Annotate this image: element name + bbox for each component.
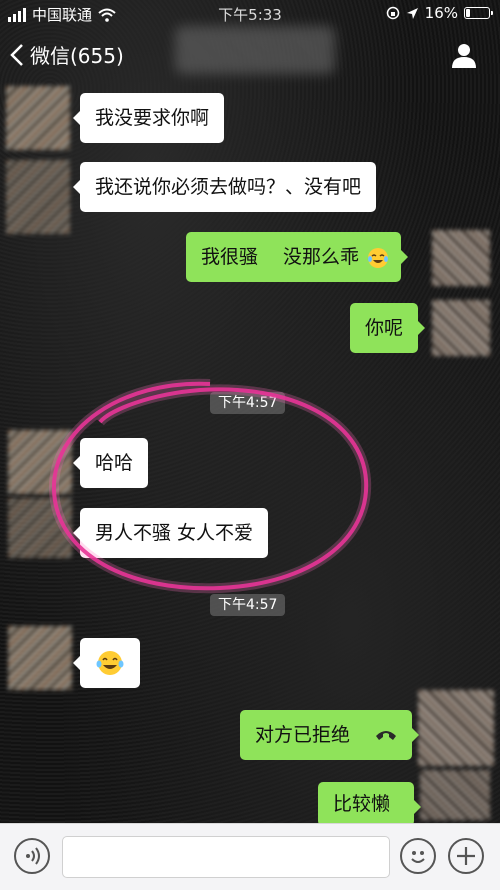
message-text: 你呢	[365, 317, 404, 339]
voice-icon	[26, 847, 40, 865]
my-avatar[interactable]	[420, 770, 490, 820]
contact-avatar[interactable]	[6, 86, 70, 150]
message-bubble-sent[interactable]: 我很骚 没那么乖	[186, 232, 409, 282]
smiley-icon	[411, 851, 425, 863]
message-text: 我很骚 没那么乖	[201, 246, 360, 268]
status-bar: 中国联通 下午5:33 16%	[0, 0, 500, 26]
back-label: 微信(655)	[30, 44, 124, 68]
contact-avatar[interactable]	[8, 498, 72, 558]
message-text: 比较懒	[333, 793, 391, 815]
my-avatar[interactable]	[432, 230, 490, 286]
contact-avatar[interactable]	[8, 430, 72, 494]
message-bubble-received[interactable]	[73, 638, 140, 688]
message-timestamp: 下午4:57	[210, 594, 286, 616]
message-bubble-received[interactable]: 男人不骚 女人不爱	[72, 508, 269, 558]
message-timestamp: 下午4:57	[210, 392, 286, 414]
message-bubble-received[interactable]: 哈哈	[72, 438, 149, 488]
voice-button[interactable]	[14, 838, 50, 874]
tears-of-joy-emoji	[96, 651, 124, 675]
emoji-button[interactable]	[400, 838, 436, 874]
more-button[interactable]	[448, 838, 484, 874]
my-avatar[interactable]	[432, 300, 490, 356]
message-text: 对方已拒绝	[255, 724, 351, 746]
message-bubble-sent[interactable]: 对方已拒绝	[240, 710, 419, 760]
chevron-left-icon	[10, 43, 23, 66]
contact-avatar[interactable]	[6, 160, 70, 234]
message-input[interactable]	[62, 836, 390, 878]
tears-of-joy-emoji	[368, 247, 389, 268]
battery-percent: 16%	[424, 4, 458, 22]
contact-avatar[interactable]	[8, 626, 72, 690]
input-bar	[0, 823, 500, 890]
message-bubble-sent[interactable]: 比较懒	[318, 782, 421, 826]
rotation-lock-icon	[386, 6, 399, 20]
back-button[interactable]: 微信(655)	[10, 40, 124, 69]
declined-call-icon	[376, 731, 396, 740]
message-text: 男人不骚 女人不爱	[95, 522, 254, 544]
chat-header: 微信(655)	[0, 26, 500, 84]
person-icon[interactable]	[450, 42, 478, 68]
plus-icon	[457, 847, 475, 865]
message-text: 我没要求你啊	[95, 107, 210, 129]
location-icon	[406, 7, 418, 19]
my-avatar[interactable]	[418, 690, 494, 766]
message-bubble-received[interactable]: 我没要求你啊	[72, 93, 225, 143]
message-text: 我还说你必须去做吗？、没有吧	[95, 176, 362, 198]
battery-icon	[464, 7, 493, 19]
redacted-contact-name	[175, 26, 335, 74]
message-text: 哈哈	[95, 452, 134, 474]
message-bubble-sent[interactable]: 你呢	[350, 303, 426, 353]
message-bubble-received[interactable]: 我还说你必须去做吗？、没有吧	[72, 162, 377, 212]
